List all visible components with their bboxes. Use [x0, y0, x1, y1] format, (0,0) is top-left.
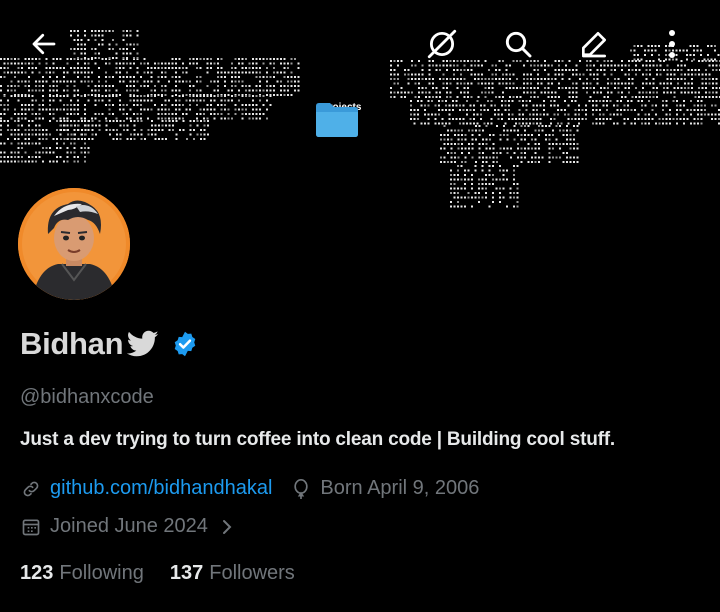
link-icon: [20, 478, 42, 500]
avatar[interactable]: [18, 188, 130, 300]
back-button[interactable]: [22, 22, 66, 66]
followers-count: 137: [169, 562, 204, 584]
joined-date: Joined June 2024: [50, 515, 208, 537]
folder-icon: [316, 103, 358, 137]
birth-date: Born April 9, 2006: [320, 477, 480, 499]
followers-label: Followers: [209, 562, 295, 584]
name-row: Bidhan: [20, 326, 199, 362]
edit-button[interactable]: [572, 22, 616, 66]
grok-button[interactable]: [420, 22, 464, 66]
follow-stats: 123 Following 137 Followers: [20, 562, 295, 585]
following-link[interactable]: 123 Following: [20, 562, 144, 585]
arrow-left-icon: [32, 33, 56, 55]
calendar-icon: [20, 516, 42, 538]
edit-icon: [582, 32, 606, 58]
chevron-right-icon: [216, 516, 238, 538]
website-link[interactable]: github.com/bidhandhakal: [50, 477, 272, 500]
following-label: Following: [59, 562, 144, 584]
search-icon: [505, 31, 532, 58]
grok-icon: [427, 29, 457, 59]
avatar-illustration: [18, 188, 130, 300]
joined-row[interactable]: Joined June 2024: [20, 515, 246, 538]
profile-bio: Just a dev trying to turn coffee into cl…: [20, 429, 615, 450]
more-vertical-icon: [669, 30, 675, 58]
display-name: Bidhan: [20, 326, 124, 361]
followers-link[interactable]: 137 Followers: [170, 562, 295, 585]
following-count: 123: [20, 562, 54, 584]
twitter-bird-icon: [127, 330, 159, 357]
profile-handle: @bidhanxcode: [20, 386, 154, 408]
search-button[interactable]: [496, 22, 540, 66]
verified-badge-icon[interactable]: [171, 330, 199, 358]
projects-folder: projects: [314, 100, 370, 137]
balloon-icon: [290, 478, 312, 500]
more-button[interactable]: [650, 22, 694, 66]
profile-meta-row: github.com/bidhandhakal Born April 9, 20…: [20, 477, 479, 500]
